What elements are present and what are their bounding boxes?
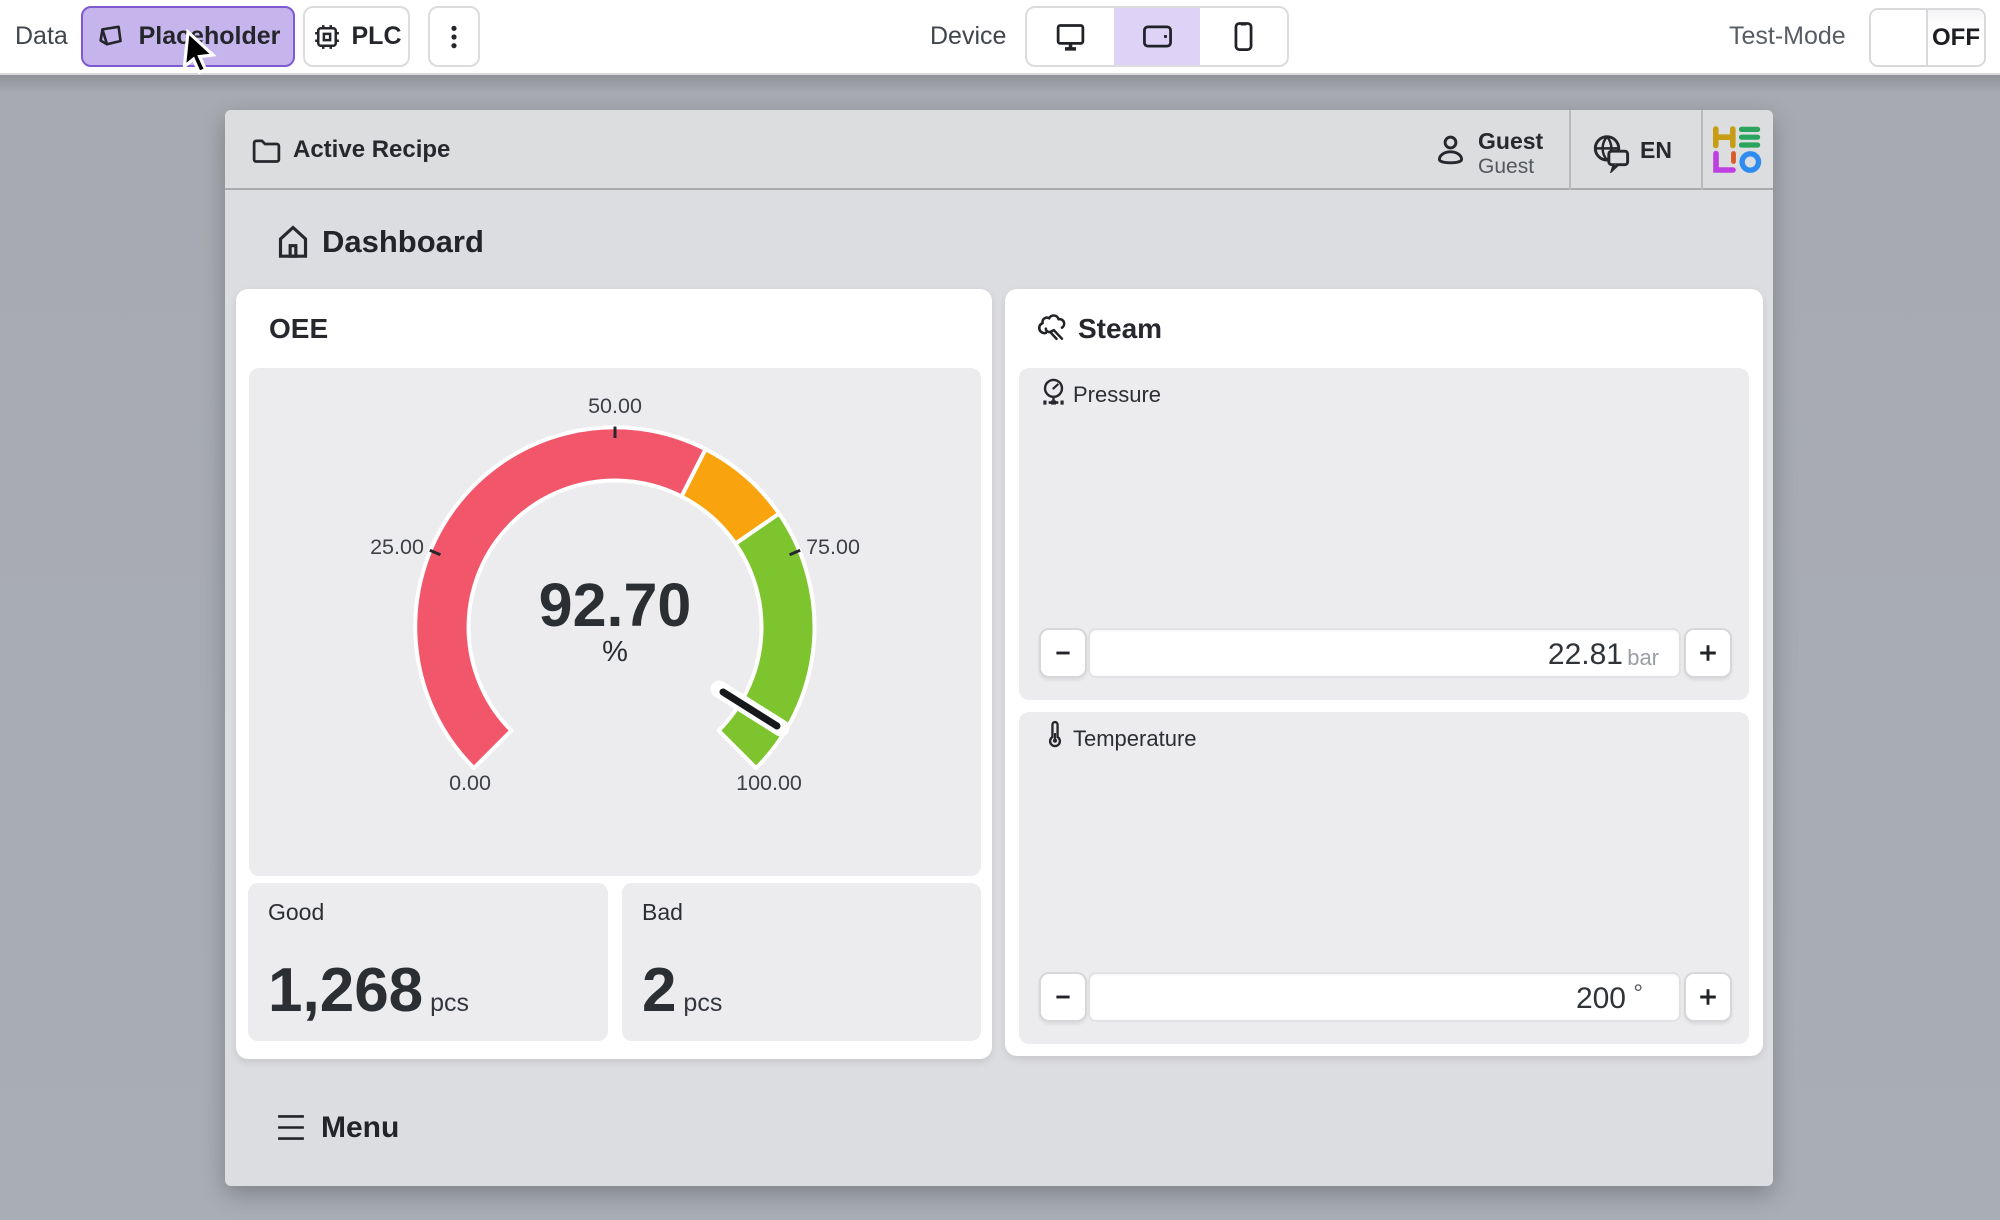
svg-text:25.00: 25.00 (370, 535, 424, 559)
svg-text:0.00: 0.00 (449, 771, 491, 795)
svg-text:92.70: 92.70 (539, 571, 692, 639)
svg-text:%: % (602, 636, 628, 668)
svg-text:100.00: 100.00 (736, 771, 802, 795)
svg-text:50.00: 50.00 (588, 394, 642, 418)
svg-text:75.00: 75.00 (806, 535, 860, 559)
